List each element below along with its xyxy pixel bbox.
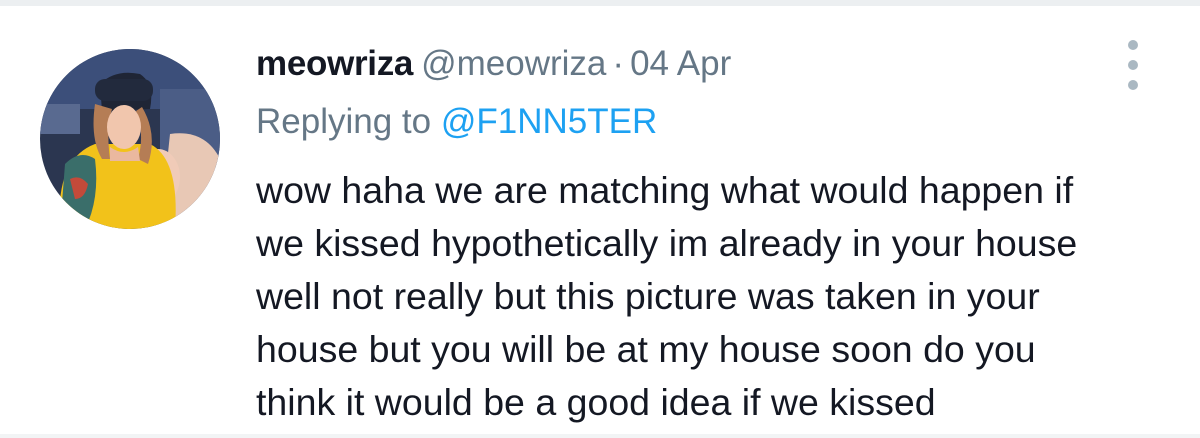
tweet-text-line: we kissed hypothetically im already in y… bbox=[256, 222, 1078, 264]
replying-to-mention[interactable]: @F1NN5TER bbox=[441, 102, 657, 141]
tweet-text-line: wow haha we are matching what would happ… bbox=[256, 169, 1074, 211]
display-name[interactable]: meowriza bbox=[256, 44, 413, 83]
replying-to: Replying to @F1NN5TER bbox=[256, 100, 657, 144]
tweet-header: meowriza @meowriza · 04 Apr bbox=[256, 42, 731, 86]
tweet-text-line: house but you will be at my house soon d… bbox=[256, 328, 1036, 370]
more-vertical-icon-dot bbox=[1128, 80, 1138, 90]
tweet-text-line: well not really but this picture was tak… bbox=[256, 275, 1040, 317]
tweet-card[interactable]: meowriza @meowriza · 04 Apr Replying to @F1… bbox=[0, 6, 1200, 434]
more-vertical-icon-dot bbox=[1128, 60, 1138, 70]
avatar-image bbox=[40, 49, 220, 229]
bottom-divider bbox=[0, 434, 1200, 438]
tweet-text-line: think it would be a good idea if we kiss… bbox=[256, 381, 936, 423]
more-vertical-icon bbox=[1128, 40, 1138, 50]
tweet-date[interactable]: 04 Apr bbox=[630, 44, 731, 83]
user-avatar[interactable] bbox=[40, 49, 220, 229]
replying-to-label: Replying to bbox=[256, 102, 432, 141]
more-options-button[interactable] bbox=[1118, 40, 1148, 90]
separator-dot: · bbox=[612, 44, 625, 83]
tweet-text: wow haha we are matching what would happ… bbox=[256, 164, 1176, 429]
user-handle[interactable]: @meowriza bbox=[421, 44, 606, 83]
